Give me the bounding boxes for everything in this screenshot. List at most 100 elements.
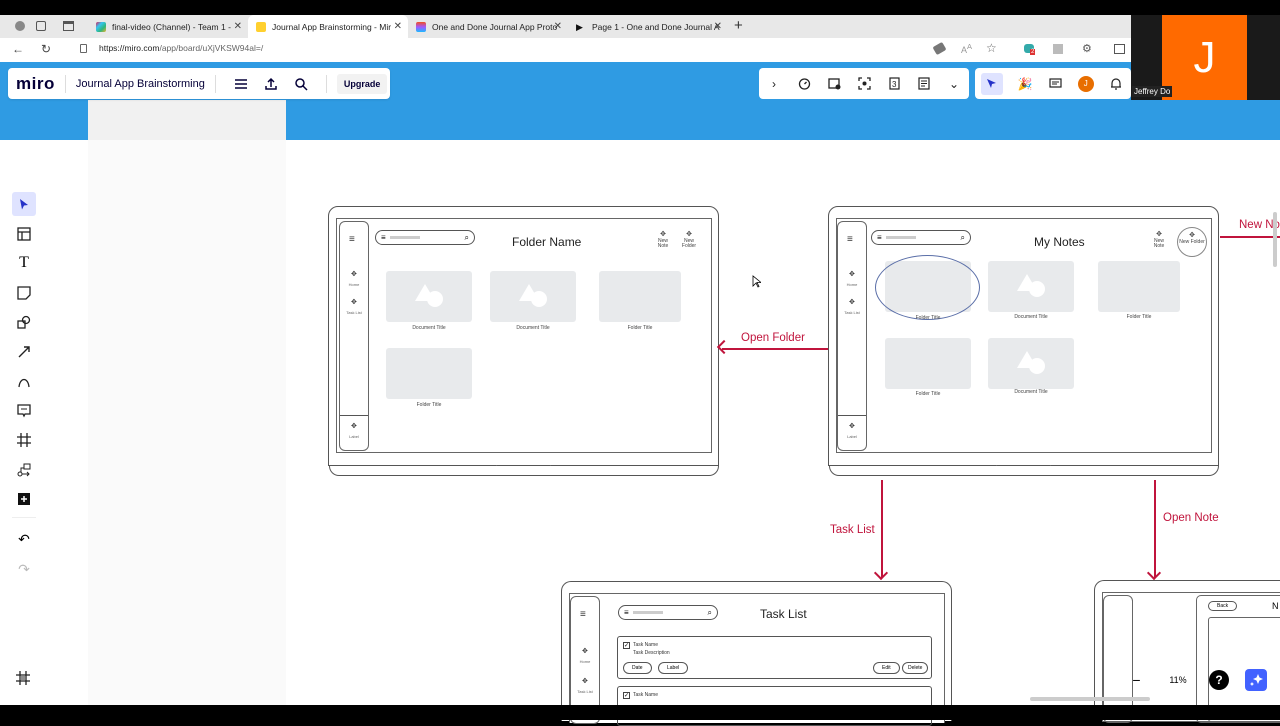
ai-assistant-button[interactable] bbox=[1245, 669, 1267, 691]
miro-logo[interactable]: miro bbox=[16, 74, 55, 94]
read-aloud-icon[interactable]: AA bbox=[961, 42, 972, 55]
favorite-star-icon[interactable]: ☆ bbox=[986, 41, 997, 55]
wireframe-notes-view[interactable]: ≡ ✥ Home ✥ Task List ✥ Label ≡ ⌕ My Notes… bbox=[828, 206, 1219, 469]
menu-icon[interactable] bbox=[232, 75, 250, 93]
card-label: Document Title bbox=[412, 325, 446, 331]
nav-label-label: Label bbox=[349, 434, 359, 439]
svg-text:3: 3 bbox=[892, 80, 897, 89]
celebrate-icon[interactable]: 🎉 bbox=[1016, 75, 1034, 93]
wireframe-title: Folder Name bbox=[512, 235, 582, 249]
help-button[interactable]: ? bbox=[1209, 670, 1229, 690]
mind-map-tool[interactable] bbox=[12, 458, 36, 482]
reload-icon[interactable]: ↻ bbox=[41, 42, 51, 56]
extensions-icon[interactable]: ⚙ bbox=[1082, 42, 1092, 55]
connector-label-task-list[interactable]: Task List bbox=[830, 524, 875, 536]
task-name: Task Name bbox=[633, 692, 659, 698]
tab-final-video[interactable]: final-video (Channel) - Team 1 - ✕ bbox=[88, 15, 248, 38]
site-info-icon[interactable] bbox=[80, 44, 87, 53]
redo-icon: ↷ bbox=[18, 560, 30, 577]
plus-square-icon bbox=[18, 493, 30, 505]
zoom-level[interactable]: 11% bbox=[1169, 675, 1186, 685]
close-icon[interactable]: ✕ bbox=[394, 21, 402, 32]
close-icon[interactable]: ✕ bbox=[234, 21, 242, 32]
timer-icon[interactable] bbox=[795, 75, 813, 93]
nav-label-task-list: Task List bbox=[346, 310, 362, 315]
wireframe-search: ≡ ⌕ bbox=[375, 230, 475, 245]
extension-badge: 2 bbox=[1030, 49, 1036, 55]
board-title[interactable]: Journal App Brainstorming bbox=[76, 78, 205, 90]
undo-button[interactable]: ↶ bbox=[12, 528, 36, 552]
connector-label-open-note[interactable]: Open Note bbox=[1163, 512, 1219, 524]
more-chevron-icon[interactable]: ⌄ bbox=[945, 75, 963, 93]
search-icon[interactable] bbox=[292, 75, 310, 93]
select-tool[interactable] bbox=[12, 192, 36, 216]
note-sidebar bbox=[1103, 595, 1133, 723]
cursor-mode-icon[interactable] bbox=[981, 72, 1004, 95]
close-icon[interactable]: ✕ bbox=[554, 21, 562, 32]
tag-icon[interactable] bbox=[932, 41, 947, 56]
tab-figma-proto[interactable]: One and Done Journal App Proto ✕ bbox=[408, 15, 568, 38]
wireframe-doc-card bbox=[490, 271, 576, 322]
tab-page-1[interactable]: ▶ Page 1 - One and Done Journal A ✕ bbox=[568, 15, 728, 38]
url-field[interactable]: https://miro.com/app/board/uXjVKSW94al=/ bbox=[99, 43, 263, 53]
mind-map-icon bbox=[17, 463, 31, 476]
text-icon: T bbox=[19, 254, 29, 271]
reactions-icon[interactable] bbox=[825, 75, 843, 93]
wireframe-task-list-view[interactable]: ≡ ✥ Home ✥ Task List ≡ ⌕ Task List ✓ Task… bbox=[561, 581, 952, 726]
text-tool[interactable]: T bbox=[12, 251, 36, 275]
connector-task-list[interactable] bbox=[881, 480, 883, 578]
connection-line-tool[interactable] bbox=[12, 340, 36, 364]
chat-icon[interactable] bbox=[1047, 75, 1065, 93]
share-upload-icon[interactable] bbox=[262, 75, 280, 93]
pen-tool[interactable] bbox=[12, 369, 36, 393]
connector-open-folder[interactable] bbox=[722, 348, 828, 350]
folder-screen: ≡ ✥ Home ✥ Task List ✥ Label ≡ ⌕ Folder N… bbox=[336, 218, 712, 453]
vertical-scrollbar[interactable] bbox=[1273, 212, 1277, 267]
board-title-panel: miro Journal App Brainstorming Upgrade bbox=[8, 68, 390, 99]
slack-icon bbox=[96, 21, 106, 32]
connector-label-open-folder[interactable]: Open Folder bbox=[741, 332, 805, 344]
connector-open-note[interactable] bbox=[1154, 480, 1156, 578]
frames-panel-button[interactable] bbox=[16, 671, 30, 690]
nav-label-task-list: Task List bbox=[577, 689, 593, 694]
profile-icon[interactable] bbox=[15, 21, 25, 31]
tab-actions-icon[interactable] bbox=[63, 21, 74, 31]
voting-icon[interactable]: 3 bbox=[885, 75, 903, 93]
notes-screen: ≡ ✥ Home ✥ Task List ✥ Label ≡ ⌕ My Notes… bbox=[836, 218, 1212, 453]
more-apps-tool[interactable] bbox=[12, 487, 36, 511]
task-name: Task Name bbox=[633, 642, 659, 648]
folder-sidebar: ≡ ✥ Home ✥ Task List ✥ Label bbox=[339, 221, 369, 451]
shapes-icon bbox=[17, 315, 31, 329]
new-tab-button[interactable]: + bbox=[734, 17, 743, 34]
extension-2-icon[interactable] bbox=[1053, 44, 1063, 54]
split-screen-icon[interactable] bbox=[1114, 44, 1125, 54]
horizontal-scrollbar[interactable] bbox=[1030, 697, 1150, 701]
chevron-right-icon[interactable]: › bbox=[765, 75, 783, 93]
focus-icon[interactable] bbox=[855, 75, 873, 93]
sticky-note-tool[interactable] bbox=[12, 281, 36, 305]
back-icon[interactable]: ← bbox=[12, 42, 24, 56]
wireframe-folder-view[interactable]: ≡ ✥ Home ✥ Task List ✥ Label ≡ ⌕ Folder N… bbox=[328, 206, 719, 469]
workspaces-icon[interactable] bbox=[36, 21, 46, 31]
upgrade-button[interactable]: Upgrade bbox=[336, 73, 388, 94]
zoom-out-button[interactable]: − bbox=[1132, 672, 1140, 688]
comment-tool[interactable] bbox=[12, 399, 36, 423]
notes-icon[interactable] bbox=[915, 75, 933, 93]
play-icon: ▶ bbox=[576, 21, 583, 32]
divider bbox=[325, 74, 327, 93]
task-list-nav-icon: ✥ bbox=[582, 678, 588, 685]
frame-tool[interactable] bbox=[12, 428, 36, 452]
avatar[interactable]: J bbox=[1077, 75, 1094, 92]
address-bar: ← ↻ https://miro.com/app/board/uXjVKSW94… bbox=[0, 38, 1131, 62]
notification-bell-icon[interactable] bbox=[1107, 75, 1125, 93]
shapes-tool[interactable] bbox=[12, 310, 36, 334]
connector-new-note[interactable] bbox=[1220, 236, 1280, 238]
templates-tool[interactable] bbox=[12, 222, 36, 246]
nav-label-home: Home bbox=[579, 659, 591, 664]
tab-journal-app[interactable]: Journal App Brainstorming - Mir ✕ bbox=[248, 15, 408, 38]
close-icon[interactable]: ✕ bbox=[714, 21, 722, 32]
redo-button[interactable]: ↷ bbox=[12, 557, 36, 581]
sticky-note-icon bbox=[17, 285, 31, 300]
templates-icon bbox=[17, 226, 31, 241]
card-label: Folder Title bbox=[416, 402, 442, 408]
